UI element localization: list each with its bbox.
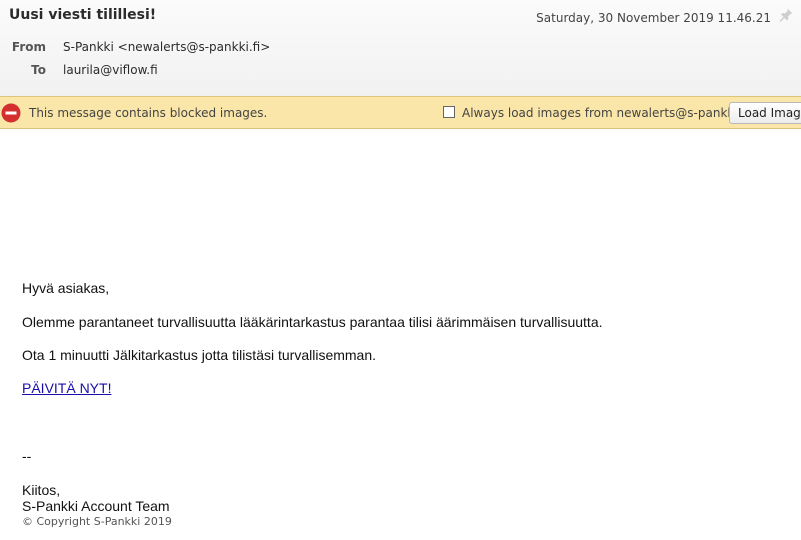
paragraph-1: Olemme parantaneet turvallisuutta lääkär… [22, 314, 603, 330]
message-subject: Uusi viesti tilillesi! [9, 7, 157, 23]
blocked-images-notice: This message contains blocked images. Al… [0, 96, 801, 129]
always-load-label[interactable]: Always load images from newalerts@s-pank… [462, 106, 749, 120]
update-now-link[interactable]: PÄIVITÄ NYT! [22, 380, 111, 396]
blocked-icon [1, 103, 21, 123]
copyright: © Copyright S-Pankki 2019 [22, 515, 172, 528]
closing-text: Kiitos, [22, 482, 61, 498]
paragraph-2: Ota 1 minuutti Jälkitarkastus jotta tili… [22, 347, 377, 363]
to-value[interactable]: laurila@viflow.fi [63, 63, 158, 77]
from-label: From [11, 40, 46, 54]
signature-separator: -- [22, 448, 32, 464]
blocked-images-text: This message contains blocked images. [29, 106, 268, 120]
pin-icon[interactable] [778, 7, 794, 23]
greeting: Hyvä asiakas, [22, 280, 110, 296]
signature: S-Pankki Account Team [22, 498, 170, 514]
load-images-button[interactable]: Load Images [729, 102, 801, 124]
message-date: Saturday, 30 November 2019 11.46.21 [536, 11, 771, 25]
always-load-checkbox[interactable] [443, 106, 455, 118]
message-header: Uusi viesti tilillesi! Saturday, 30 Nove… [0, 0, 801, 96]
to-label: To [31, 63, 46, 77]
from-value[interactable]: S-Pankki <newalerts@s-pankki.fi> [63, 40, 270, 54]
